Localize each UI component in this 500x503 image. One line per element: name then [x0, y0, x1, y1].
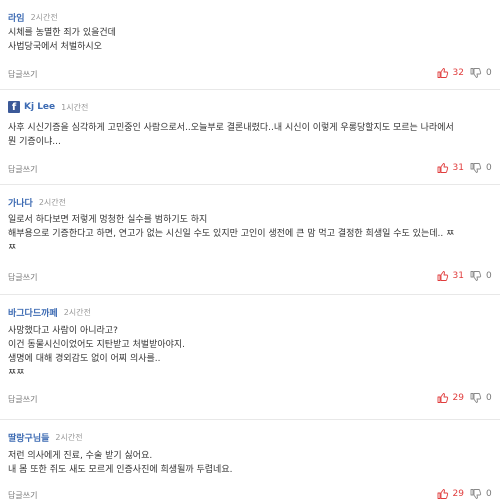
like-count: 31: [452, 163, 464, 173]
thumbs-down-icon: [470, 270, 482, 282]
reply-button[interactable]: 답글쓰기: [8, 164, 37, 175]
comment-item: 라임 2시간전 시체를 농멸한 죄가 있을건데 사법당국에서 처벌하시오 답글쓰…: [0, 0, 500, 90]
dislike-count: 0: [486, 271, 492, 281]
dislike-button[interactable]: 0: [470, 488, 494, 500]
comment-author[interactable]: 딸랑구님들: [8, 431, 49, 444]
comment-author[interactable]: Kj Lee: [24, 102, 55, 112]
vote-controls: 29 0: [431, 392, 494, 404]
comment-item: 딸랑구님들 2시간전 저런 의사에게 진료, 수술 받기 싫어요. 내 몸 또한…: [0, 420, 500, 503]
comment-timestamp: 2시간전: [30, 12, 58, 22]
vote-controls: 31 0: [431, 270, 494, 282]
like-count: 29: [452, 489, 464, 499]
comment-timestamp: 2시간전: [55, 432, 83, 442]
dislike-button[interactable]: 0: [470, 392, 494, 404]
comment-body: 사후 시신기증을 심각하게 고민중인 사람으로서..오늘부로 결론내렸다..내 …: [8, 123, 454, 147]
vote-controls: 32 0: [431, 67, 494, 79]
like-button[interactable]: 31: [437, 162, 464, 174]
dislike-count: 0: [486, 393, 492, 403]
comment-author[interactable]: 바그다드까페: [8, 306, 58, 319]
thumbs-down-icon: [470, 67, 482, 79]
dislike-count: 0: [486, 163, 492, 173]
dislike-count: 0: [486, 68, 492, 78]
dislike-button[interactable]: 0: [470, 162, 494, 174]
reply-button[interactable]: 답글쓰기: [8, 272, 37, 283]
vote-controls: 31 0: [431, 162, 494, 174]
thumbs-up-icon: [437, 270, 449, 282]
like-button[interactable]: 29: [437, 488, 464, 500]
comment-header: f Kj Lee 1시간전: [8, 100, 88, 114]
dislike-count: 0: [486, 489, 492, 499]
comment-author[interactable]: 가나다: [8, 196, 33, 209]
comment-header: 딸랑구님들 2시간전: [8, 430, 83, 444]
like-count: 31: [452, 271, 464, 281]
comment-body: 사망했다고 사람이 아니라고? 이건 동물시신이었어도 지탄받고 처벌받아야지.…: [8, 326, 186, 378]
comment-item: 바그다드까페 2시간전 사망했다고 사람이 아니라고? 이건 동물시신이었어도 …: [0, 295, 500, 420]
like-button[interactable]: 31: [437, 270, 464, 282]
like-count: 32: [452, 68, 464, 78]
thumbs-up-icon: [437, 162, 449, 174]
comment-body: 시체를 농멸한 죄가 있을건데 사법당국에서 처벌하시오: [8, 28, 116, 52]
like-button[interactable]: 29: [437, 392, 464, 404]
thumbs-up-icon: [437, 67, 449, 79]
reply-button[interactable]: 답글쓰기: [8, 394, 37, 405]
comment-author[interactable]: 라임: [8, 11, 25, 24]
dislike-button[interactable]: 0: [470, 67, 494, 79]
comment-timestamp: 1시간전: [61, 102, 89, 112]
vote-controls: 29 0: [431, 488, 494, 500]
facebook-icon: f: [8, 101, 20, 113]
comment-header: 바그다드까페 2시간전: [8, 305, 91, 319]
thumbs-down-icon: [470, 392, 482, 404]
comment-timestamp: 2시간전: [38, 197, 67, 207]
reply-button[interactable]: 답글쓰기: [8, 490, 37, 501]
comment-timestamp: 2시간전: [63, 307, 91, 317]
reply-button[interactable]: 답글쓰기: [8, 69, 37, 80]
comment-item: 가나다 2시간전 일로서 하다보면 저렇게 멍청한 실수를 범하기도 하지 해부…: [0, 185, 500, 295]
comment-header: 가나다 2시간전: [8, 195, 66, 209]
thumbs-up-icon: [437, 392, 449, 404]
comment-body: 저런 의사에게 진료, 수술 받기 싫어요. 내 몸 또한 쥐도 새도 모르게 …: [8, 451, 233, 475]
like-count: 29: [452, 393, 464, 403]
thumbs-down-icon: [470, 488, 482, 500]
thumbs-down-icon: [470, 162, 482, 174]
comment-item: f Kj Lee 1시간전 사후 시신기증을 심각하게 고민중인 사람으로서..…: [0, 90, 500, 185]
like-button[interactable]: 32: [437, 67, 464, 79]
dislike-button[interactable]: 0: [470, 270, 494, 282]
comment-header: 라임 2시간전: [8, 10, 58, 24]
thumbs-up-icon: [437, 488, 449, 500]
comment-body: 일로서 하다보면 저렇게 멍청한 실수를 범하기도 하지 해부용으로 기증한다고…: [8, 215, 455, 253]
